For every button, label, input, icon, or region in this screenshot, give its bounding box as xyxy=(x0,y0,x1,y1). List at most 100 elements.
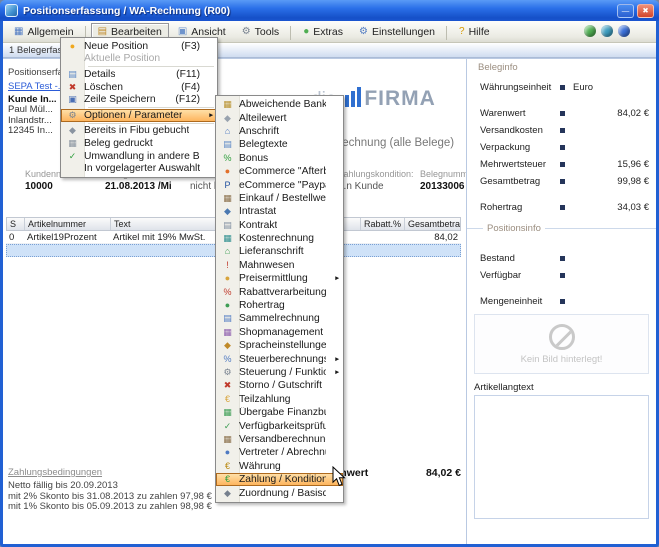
menu-item-icon: % xyxy=(223,288,231,297)
submenu-item[interactable]: ✓ Verfügbarkeitsprüfung ► xyxy=(216,419,343,432)
menu-item[interactable]: ▤ Details (F11) ► xyxy=(61,68,217,81)
table-column-header[interactable]: Artikelnummer xyxy=(25,218,111,230)
sepa-link[interactable]: SEPA Test -... xyxy=(8,81,66,92)
submenu-item[interactable]: ◆ Spracheinstellungen ► xyxy=(216,339,343,352)
menubar-item-icon: ⚙ xyxy=(242,27,251,37)
submenu-item[interactable]: € Währung ► xyxy=(216,460,343,473)
submenu-item[interactable]: ◆ Alteilewert ► xyxy=(216,111,343,124)
menu-item[interactable]: ✓ Umwandlung in andere Belegart möglich … xyxy=(61,150,217,163)
submenu-item[interactable]: € Zahlung / Konditionen ► xyxy=(216,473,343,486)
submenu-item[interactable]: % Rabattverarbeitung ► xyxy=(216,285,343,298)
submenu-item-label: Alteilewert xyxy=(239,113,287,124)
menubar-item-icon: ▣ xyxy=(178,27,187,37)
cell-s: 0 xyxy=(6,231,24,243)
submenu-item[interactable]: ▤ Belegtexte ► xyxy=(216,138,343,151)
submenu-item[interactable]: P eCommerce "Paypal" ► xyxy=(216,178,343,191)
field-indicator-square xyxy=(560,162,565,167)
submenu-item[interactable]: ▦ Einkauf / Bestellwesen ► xyxy=(216,192,343,205)
menubar-item[interactable]: ? Hilfe xyxy=(452,23,497,41)
menu-item-gutter: ⚙ xyxy=(216,368,239,377)
field-value[interactable]: 21.08.2013 /Mi xyxy=(105,180,172,193)
submenu-item[interactable]: ● Preisermittlung ► xyxy=(216,272,343,285)
menu-item-icon: ✖ xyxy=(69,83,77,92)
menu-item-icon: € xyxy=(225,462,230,471)
menubar-item-label: Bearbeiten xyxy=(111,26,162,38)
submenu-item[interactable]: ✖ Storno / Gutschrift ► xyxy=(216,379,343,392)
submenu-item[interactable]: ▦ Kostenrechnung ► xyxy=(216,232,343,245)
submenu-item[interactable]: ◆ Zuordnung / Basisdaten ► xyxy=(216,486,343,499)
menubar-item[interactable]: ⚙ Tools xyxy=(235,23,286,41)
menu-item[interactable]: ▣ Zeile Speichern (F12) ► xyxy=(61,93,217,106)
menu-item[interactable]: ◆ Bereits in Fibu gebucht ► xyxy=(61,125,217,138)
menu-item[interactable]: ⚙ Optionen / Parameter ► xyxy=(61,109,217,122)
submenu-item[interactable]: ● Vertreter / Abrechnung ► xyxy=(216,446,343,459)
submenu-item-label: Rohertrag xyxy=(239,300,285,311)
beleginfo-row: Gesamtbetrag 99,98 € xyxy=(472,173,651,190)
menubar-item[interactable]: ⚙ Einstellungen xyxy=(352,23,442,41)
submenu-item[interactable]: ▤ Kontrakt ► xyxy=(216,219,343,232)
beleginfo-value: Euro xyxy=(571,82,649,93)
menu-item[interactable]: Aktuelle Position ► xyxy=(61,53,217,66)
menu-item[interactable]: In vorgelagerter Auswahltabelle verberge… xyxy=(61,162,217,175)
menubar-item[interactable]: ● Extras xyxy=(296,23,350,41)
submenu-item[interactable]: ! Mahnwesen ► xyxy=(216,259,343,272)
field-value[interactable]: ...n Kunde xyxy=(338,180,414,193)
menubar-item-icon: ? xyxy=(459,27,465,37)
submenu-item-label: Kostenrechnung xyxy=(239,233,314,244)
status-icon[interactable] xyxy=(601,25,613,37)
submenu-item-label: Zuordnung / Basisdaten xyxy=(239,488,326,499)
menu-item-label: Aktuelle Position xyxy=(84,53,160,64)
menu-item-icon: ▦ xyxy=(223,408,232,417)
submenu-item-label: Währung xyxy=(239,461,281,472)
menu-item-icon: ▦ xyxy=(223,234,232,243)
submenu-item[interactable]: % Bonus ► xyxy=(216,152,343,165)
submenu-item[interactable]: ⌂ Lieferanschrift ► xyxy=(216,245,343,258)
menu-item-label: Details xyxy=(84,69,115,80)
submenu-item[interactable]: ▦ Versandberechnung ► xyxy=(216,433,343,446)
menu-item-gutter: ● xyxy=(216,301,239,310)
table-column-header[interactable]: S xyxy=(7,218,25,230)
beleginfo-row: Versandkosten xyxy=(472,122,651,139)
menu-item[interactable]: ● Neue Position (F3) ► xyxy=(61,40,217,53)
optionen-parameter-submenu: ▦ Abweichende Bankverbindung ► ◆ Alteile… xyxy=(215,95,344,503)
menu-item-icon: ● xyxy=(70,42,75,51)
menu-item-icon: ✖ xyxy=(224,381,232,390)
payment-terms: Zahlungsbedingungen Netto fällig bis 20.… xyxy=(8,467,212,513)
table-column-header[interactable]: Gesamtbetrag xyxy=(405,218,460,230)
submenu-item[interactable]: ▦ Shopmanagement ► xyxy=(216,326,343,339)
submenu-item[interactable]: ▦ Abweichende Bankverbindung ► xyxy=(216,98,343,111)
submenu-item[interactable]: ⌂ Anschrift ► xyxy=(216,125,343,138)
submenu-item[interactable]: ● eCommerce "Afterbuy" ► xyxy=(216,165,343,178)
titlebar[interactable]: Positionserfassung / WA-Rechnung (R00) —… xyxy=(0,0,659,21)
logo-bar xyxy=(345,95,349,107)
close-button[interactable]: ✖ xyxy=(637,4,654,18)
submenu-item[interactable]: ▦ Übergabe Finanzbuchhaltung ► xyxy=(216,406,343,419)
menu-item-gutter: ▦ xyxy=(216,100,239,109)
submenu-item[interactable]: ● Rohertrag ► xyxy=(216,299,343,312)
submenu-item[interactable]: % Steuerberechnungsart ► xyxy=(216,352,343,365)
submenu-item[interactable]: € Teilzahlung ► xyxy=(216,393,343,406)
menu-item-gutter: ▣ xyxy=(61,95,84,104)
table-column-header[interactable]: Rabatt.% xyxy=(361,218,405,230)
field-value[interactable]: 10000 xyxy=(25,180,92,193)
menu-item[interactable]: ▦ Beleg gedruckt ► xyxy=(61,137,217,150)
submenu-item[interactable]: ▤ Sammelrechnung ► xyxy=(216,312,343,325)
menu-item-icon: ⌂ xyxy=(225,127,230,136)
submenu-item-label: Steuerung / Funktionen xyxy=(239,367,326,378)
menu-item-icon: ◆ xyxy=(69,126,76,135)
submenu-item[interactable]: ⚙ Steuerung / Funktionen ► xyxy=(216,366,343,379)
minimize-button[interactable]: — xyxy=(617,4,634,18)
positionsinfo-row: Mengeneinheit xyxy=(472,293,651,310)
positionsinfo-label: Verfügbar xyxy=(480,270,560,281)
menu-item-gutter: ⚙ xyxy=(61,111,84,120)
artikellangtext-box[interactable] xyxy=(474,395,649,519)
menu-item-icon: ▤ xyxy=(68,70,77,79)
status-icon[interactable] xyxy=(584,25,596,37)
menu-item-gutter: ✖ xyxy=(61,83,84,92)
menu-item-icon: ! xyxy=(226,261,229,270)
menu-item[interactable]: ✖ Löschen (F4) ► xyxy=(61,81,217,94)
submenu-item-label: Bonus xyxy=(239,153,268,164)
status-icon[interactable] xyxy=(618,25,630,37)
submenu-item[interactable]: ◆ Intrastat ► xyxy=(216,205,343,218)
beleginfo-label: Gesamtbetrag xyxy=(480,176,560,187)
